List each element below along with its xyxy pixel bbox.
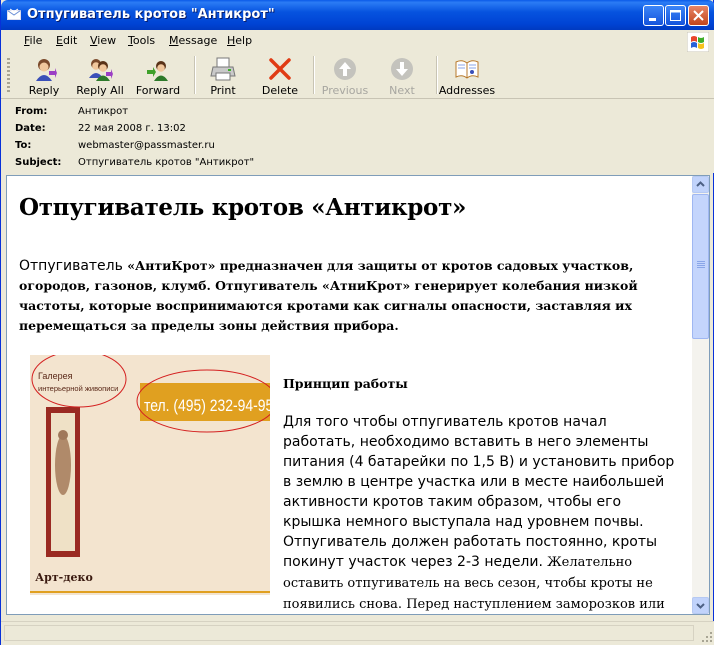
envelope-icon [7,8,21,20]
address-book-icon [455,60,479,79]
toolbar-grip[interactable] [7,58,10,94]
subject-label: Subject: [15,157,62,168]
to-label: To: [15,140,32,151]
menu-bar: File Edit View Tools Message Help [1,30,714,53]
chevron-up-icon [696,181,705,187]
menu-file[interactable]: File [24,34,42,47]
title-bar[interactable]: Отпугиватель кротов "Антикрот" [1,0,714,30]
minimize-icon [649,18,656,21]
reply-button[interactable]: Reply [14,54,74,98]
print-button[interactable]: Print [193,54,253,98]
gallery-line1: Галерея [38,371,73,381]
maximize-icon [670,10,681,21]
reply-all-icon [89,59,113,81]
reply-all-button[interactable]: Reply All [70,54,130,98]
menu-edit[interactable]: Edit [56,34,77,47]
close-icon [693,10,704,21]
windows-logo-icon [687,32,709,52]
scroll-down-button[interactable] [692,597,709,614]
advertisement-image: Галерея интерьерной живописи тел. (495) … [30,355,270,595]
close-button[interactable] [688,5,709,26]
minimize-button[interactable] [643,5,664,26]
phone-text: тел. (495) 232-94-95 [144,397,270,416]
scroll-thumb[interactable] [692,194,709,339]
delete-x-icon [269,58,291,80]
intro-lead: Отпугиватель [19,258,123,274]
principle-text-main: Для того чтобы отпугиватель кротов начал… [283,414,675,570]
scroll-up-button[interactable] [692,176,709,193]
message-header: From: Антикрот Date: 22 мая 2008 г. 13:0… [1,99,714,173]
to-value: webmaster@passmaster.ru [78,140,215,151]
next-button[interactable]: Next [372,54,432,98]
resize-grip-icon[interactable] [701,631,713,643]
date-label: Date: [15,123,46,134]
menu-help[interactable]: Help [227,34,252,47]
from-value: Антикрот [78,106,129,117]
up-arrow-icon [334,58,356,80]
printer-icon [210,57,236,81]
message-title: Отпугиватель кротов «Антикрот» [19,194,467,221]
intro-paragraph: Отпугиватель «АнтиКрот» предназначен для… [19,256,659,336]
mail-window: Отпугиватель кротов "Антикрот" File Edit… [0,0,714,645]
toolbar: Reply Reply All Forward Print Delete Pre… [1,52,714,99]
message-content: Отпугиватель кротов «Антикрот» Отпугиват… [7,176,693,614]
vertical-scrollbar[interactable] [692,176,709,614]
forward-button[interactable]: Forward [128,54,188,98]
previous-button[interactable]: Previous [315,54,375,98]
subject-value: Отпугиватель кротов "Антикрот" [78,157,255,168]
principle-title: Принцип работы [283,376,408,391]
date-value: 22 мая 2008 г. 13:02 [78,123,186,134]
maximize-button[interactable] [665,5,686,26]
delete-button[interactable]: Delete [250,54,310,98]
signature-text: Арт-деко [35,571,93,584]
chevron-down-icon [696,603,705,609]
status-pane [4,625,694,641]
from-label: From: [15,106,48,117]
menu-view[interactable]: View [90,34,116,47]
gallery-line2: интерьерной живописи [38,384,118,393]
reply-icon [36,59,57,81]
down-arrow-icon [391,58,413,80]
status-bar [1,621,714,645]
menu-tools[interactable]: Tools [128,34,155,47]
principle-paragraph: Для того чтобы отпугиватель кротов начал… [283,412,683,614]
menu-message[interactable]: Message [169,34,217,47]
addresses-button[interactable]: Addresses [437,54,497,98]
message-body-pane[interactable]: Отпугиватель кротов «Антикрот» Отпугиват… [6,175,710,615]
forward-icon [147,61,168,81]
window-title: Отпугиватель кротов "Антикрот" [27,7,275,22]
